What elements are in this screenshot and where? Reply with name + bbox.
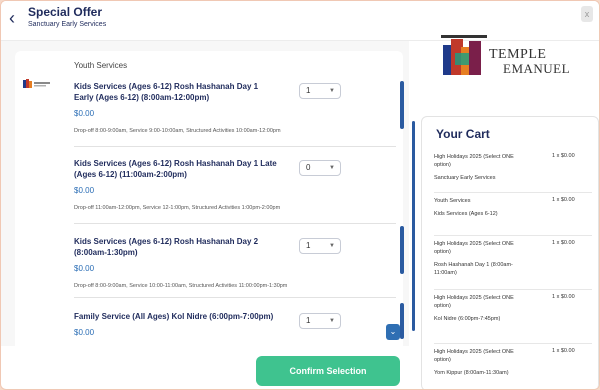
quantity-value: 1 <box>306 316 311 325</box>
quantity-select[interactable]: 1 ▼ <box>299 313 341 329</box>
group-label: Youth Services <box>74 61 128 70</box>
chevron-down-icon: ▼ <box>329 88 335 94</box>
cart-item-name: High Holidays 2025 (Select ONE option) <box>434 349 514 363</box>
cart-item-name: High Holidays 2025 (Select ONE option) <box>434 154 514 168</box>
page-title: Special Offer <box>28 5 103 19</box>
brand-line-2: EMANUEL <box>503 61 571 76</box>
item-description: Drop-off 8:00-9:00am, Service 9:00-10:00… <box>74 128 281 134</box>
cart-item-sub: Rosh Hashanah Day 1 (8:00am-11:00am) <box>434 262 513 276</box>
cart-item-sub: Kol Nidre (6:00pm-7:45pm) <box>434 316 501 322</box>
temple-logo-small-icon <box>23 79 50 88</box>
cart-item-qty: 1 x $0.00 <box>552 153 575 159</box>
temple-logo-icon <box>441 35 487 75</box>
selected-indicator <box>400 81 404 129</box>
quantity-select[interactable]: 1 ▼ <box>299 238 341 254</box>
item-title: Kids Services (Ages 6-12) Rosh Hashanah … <box>74 237 259 257</box>
cart-row: High Holidays 2025 (Select ONE option) R… <box>434 235 592 277</box>
cart-row: High Holidays 2025 (Select ONE option) S… <box>434 149 592 182</box>
offer-list: Youth Services Kids Services (Ages 6-12)… <box>15 51 403 346</box>
quantity-value: 0 <box>306 163 311 172</box>
cart-item-name: High Holidays 2025 (Select ONE option) <box>434 295 514 309</box>
cart-item-name: Youth Services <box>434 198 471 204</box>
page-subtitle: Sanctuary Early Services <box>28 21 107 28</box>
confirm-selection-button[interactable]: Confirm Selection <box>256 356 400 386</box>
selected-indicator <box>400 303 404 339</box>
chevron-down-icon: ▼ <box>329 165 335 171</box>
cart-item-sub: Yom Kippur (8:00am-11:30am) <box>434 370 509 376</box>
chevron-down-icon: ▼ <box>329 243 335 249</box>
chevron-left-icon[interactable]: ‹ <box>9 9 25 27</box>
list-item: Kids Services (Ages 6-12) Rosh Hashanah … <box>74 81 396 147</box>
list-item: Family Service (All Ages) Kol Nidre (6:0… <box>74 311 396 346</box>
temple-logo: TEMPLE EMANUEL <box>441 31 583 79</box>
item-title: Kids Services (Ages 6-12) Rosh Hashanah … <box>74 82 259 102</box>
scrollbar[interactable] <box>412 121 415 331</box>
item-price: $0.00 <box>74 264 95 273</box>
list-item: Kids Services (Ages 6-12) Rosh Hashanah … <box>74 236 396 298</box>
cart-item-qty: 1 x $0.00 <box>552 294 575 300</box>
cart-item-sub: Sanctuary Early Services <box>434 175 496 181</box>
item-price: $0.00 <box>74 186 95 195</box>
quantity-value: 1 <box>306 241 311 250</box>
cart-item-name: High Holidays 2025 (Select ONE option) <box>434 241 514 255</box>
cart-row: High Holidays 2025 (Select ONE option) K… <box>434 289 592 323</box>
cart-title: Your Cart <box>436 127 490 141</box>
list-item: Kids Services (Ages 6-12) Rosh Hashanah … <box>74 158 396 224</box>
special-offer-modal: ‹ Special Offer Sanctuary Early Services… <box>0 0 600 390</box>
quantity-select[interactable]: 0 ▼ <box>299 160 341 176</box>
cart-panel: Your Cart High Holidays 2025 (Select ONE… <box>421 116 599 389</box>
close-button[interactable]: x <box>581 6 593 22</box>
chevron-down-icon: ▼ <box>329 318 335 324</box>
item-price: $0.00 <box>74 109 95 118</box>
item-description: Drop-off 8:00-9:00am, Service 10:00-11:0… <box>74 283 288 289</box>
quantity-value: 1 <box>306 86 311 95</box>
item-price: $0.00 <box>74 328 95 337</box>
selected-indicator <box>400 226 404 274</box>
offer-list-panel[interactable]: Youth Services Kids Services (Ages 6-12)… <box>1 41 409 346</box>
item-title: Family Service (All Ages) Kol Nidre (6:0… <box>74 312 274 321</box>
cart-row: Youth Services Kids Services (Ages 6-12)… <box>434 192 592 218</box>
item-title: Kids Services (Ages 6-12) Rosh Hashanah … <box>74 159 277 179</box>
item-description: Drop-off 11:00am-12:00pm, Service 12-1:0… <box>74 205 281 211</box>
cart-item-qty: 1 x $0.00 <box>552 348 575 354</box>
cart-item-qty: 1 x $0.00 <box>552 240 575 246</box>
quantity-select[interactable]: 1 ▼ <box>299 83 341 99</box>
cart-item-qty: 1 x $0.00 <box>552 197 575 203</box>
cart-row: High Holidays 2025 (Select ONE option) Y… <box>434 343 592 377</box>
scroll-down-button[interactable]: ⌄ <box>386 324 400 340</box>
cart-item-sub: Kids Services (Ages 6-12) <box>434 211 498 217</box>
